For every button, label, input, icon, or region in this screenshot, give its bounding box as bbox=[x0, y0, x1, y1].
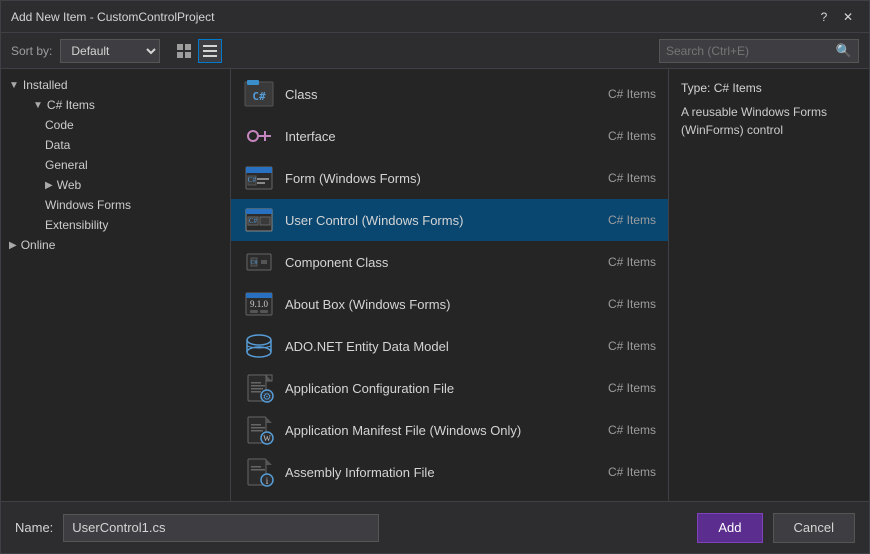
item-name-interface: Interface bbox=[285, 129, 598, 144]
svg-text:C#: C# bbox=[249, 217, 258, 225]
item-name-usercontrol: User Control (Windows Forms) bbox=[285, 213, 598, 228]
name-label: Name: bbox=[15, 520, 53, 535]
data-label: Data bbox=[45, 138, 70, 152]
sidebar-csitems-header[interactable]: ▼ C# Items bbox=[1, 95, 230, 115]
add-button[interactable]: Add bbox=[697, 513, 762, 543]
item-row-adonet[interactable]: ADO.NET Entity Data Model C# Items bbox=[231, 325, 668, 367]
cancel-button[interactable]: Cancel bbox=[773, 513, 855, 543]
item-tag-form: C# Items bbox=[608, 171, 656, 185]
windowsforms-label: Windows Forms bbox=[45, 198, 131, 212]
sidebar: ▼ Installed ▼ C# Items Code Data General… bbox=[1, 69, 231, 501]
items-panel: C# Class C# Items Interfa bbox=[231, 69, 669, 501]
item-row-usercontrol[interactable]: C# User Control (Windows Forms) C# Items bbox=[231, 199, 668, 241]
item-row-interface[interactable]: Interface C# Items bbox=[231, 115, 668, 157]
view-buttons bbox=[172, 39, 222, 63]
appconfig-icon: ⚙ bbox=[243, 372, 275, 404]
item-row-appconfig[interactable]: ⚙ Application Configuration File C# Item… bbox=[231, 367, 668, 409]
aboutbox-icon: 9.1.0 bbox=[243, 288, 275, 320]
svg-text:C#: C# bbox=[252, 90, 266, 103]
item-tag-aboutbox: C# Items bbox=[608, 297, 656, 311]
sidebar-item-web[interactable]: ▶ Web bbox=[1, 175, 230, 195]
item-name-aboutbox: About Box (Windows Forms) bbox=[285, 297, 598, 312]
item-name-component: Component Class bbox=[285, 255, 598, 270]
toolbar: Sort by: Default 🔍 bbox=[1, 33, 869, 69]
sort-select[interactable]: Default bbox=[60, 39, 160, 63]
main-content: ▼ Installed ▼ C# Items Code Data General… bbox=[1, 69, 869, 501]
item-name-adonet: ADO.NET Entity Data Model bbox=[285, 339, 598, 354]
item-row-form[interactable]: C# Form (Windows Forms) C# Items bbox=[231, 157, 668, 199]
item-name-appconfig: Application Configuration File bbox=[285, 381, 598, 396]
online-chevron: ▶ bbox=[9, 240, 17, 251]
search-icon: 🔍 bbox=[836, 43, 852, 59]
csitems-label: C# Items bbox=[47, 98, 95, 112]
item-name-class: Class bbox=[285, 87, 598, 102]
sidebar-item-code[interactable]: Code bbox=[1, 115, 230, 135]
sidebar-item-extensibility[interactable]: Extensibility bbox=[1, 215, 230, 235]
extensibility-label: Extensibility bbox=[45, 218, 108, 232]
dialog-title: Add New Item - CustomControlProject bbox=[11, 10, 214, 24]
csitems-chevron: ▼ bbox=[33, 100, 43, 111]
usercontrol-icon: C# bbox=[243, 204, 275, 236]
item-row-aboutbox[interactable]: 9.1.0 About Box (Windows Forms) C# Items bbox=[231, 283, 668, 325]
svg-text:9.1.0: 9.1.0 bbox=[250, 299, 269, 309]
search-box: 🔍 bbox=[659, 39, 859, 63]
name-input[interactable] bbox=[63, 514, 379, 542]
component-icon: C# bbox=[243, 246, 275, 278]
interface-icon bbox=[243, 120, 275, 152]
item-row-appmanifest[interactable]: W Application Manifest File (Windows Onl… bbox=[231, 409, 668, 451]
online-label: Online bbox=[21, 238, 56, 252]
web-chevron: ▶ bbox=[45, 180, 53, 191]
add-new-item-dialog: Add New Item - CustomControlProject ? ✕ … bbox=[0, 0, 870, 554]
sidebar-online-header[interactable]: ▶ Online bbox=[1, 235, 230, 255]
class-icon: C# bbox=[243, 78, 275, 110]
item-tag-appconfig: C# Items bbox=[608, 381, 656, 395]
item-tag-usercontrol: C# Items bbox=[608, 213, 656, 227]
help-button[interactable]: ? bbox=[813, 6, 835, 28]
close-button[interactable]: ✕ bbox=[837, 6, 859, 28]
bottom-bar: Name: Add Cancel bbox=[1, 501, 869, 553]
item-name-assembly: Assembly Information File bbox=[285, 465, 598, 480]
appmanifest-icon: W bbox=[243, 414, 275, 446]
sidebar-item-windowsforms[interactable]: Windows Forms bbox=[1, 195, 230, 215]
list-view-button[interactable] bbox=[198, 39, 222, 63]
svg-text:W: W bbox=[263, 434, 271, 443]
item-tag-adonet: C# Items bbox=[608, 339, 656, 353]
item-name-form: Form (Windows Forms) bbox=[285, 171, 598, 186]
title-buttons: ? ✕ bbox=[813, 6, 859, 28]
grid-view-button[interactable] bbox=[172, 39, 196, 63]
search-input[interactable] bbox=[666, 44, 832, 58]
item-row-bitmap[interactable]: Bitmap File C# Items bbox=[231, 493, 668, 501]
sidebar-item-data[interactable]: Data bbox=[1, 135, 230, 155]
item-row-component[interactable]: C# Component Class C# Items bbox=[231, 241, 668, 283]
item-tag-class: C# Items bbox=[608, 87, 656, 101]
general-label: General bbox=[45, 158, 88, 172]
svg-text:⚙: ⚙ bbox=[263, 392, 272, 403]
info-panel: Type: C# Items A reusable Windows Forms … bbox=[669, 69, 869, 501]
item-name-appmanifest: Application Manifest File (Windows Only) bbox=[285, 423, 598, 438]
item-row-class[interactable]: C# Class C# Items bbox=[231, 73, 668, 115]
info-description: A reusable Windows Forms (WinForms) cont… bbox=[681, 103, 857, 139]
sort-label: Sort by: bbox=[11, 44, 52, 58]
form-icon: C# bbox=[243, 162, 275, 194]
item-tag-interface: C# Items bbox=[608, 129, 656, 143]
item-tag-assembly: C# Items bbox=[608, 465, 656, 479]
code-label: Code bbox=[45, 118, 74, 132]
adonet-icon bbox=[243, 330, 275, 362]
sidebar-installed-header[interactable]: ▼ Installed bbox=[1, 75, 230, 95]
web-label: Web bbox=[57, 178, 81, 192]
svg-text:C#: C# bbox=[250, 260, 257, 266]
item-tag-component: C# Items bbox=[608, 255, 656, 269]
installed-label: Installed bbox=[23, 78, 68, 92]
info-type: Type: C# Items bbox=[681, 81, 857, 95]
svg-text:C#: C# bbox=[248, 176, 257, 184]
item-row-assembly[interactable]: i Assembly Information File C# Items bbox=[231, 451, 668, 493]
item-tag-appmanifest: C# Items bbox=[608, 423, 656, 437]
assembly-icon: i bbox=[243, 456, 275, 488]
installed-chevron: ▼ bbox=[9, 80, 19, 91]
sidebar-item-general[interactable]: General bbox=[1, 155, 230, 175]
items-list: C# Class C# Items Interfa bbox=[231, 69, 668, 501]
title-bar: Add New Item - CustomControlProject ? ✕ bbox=[1, 1, 869, 33]
